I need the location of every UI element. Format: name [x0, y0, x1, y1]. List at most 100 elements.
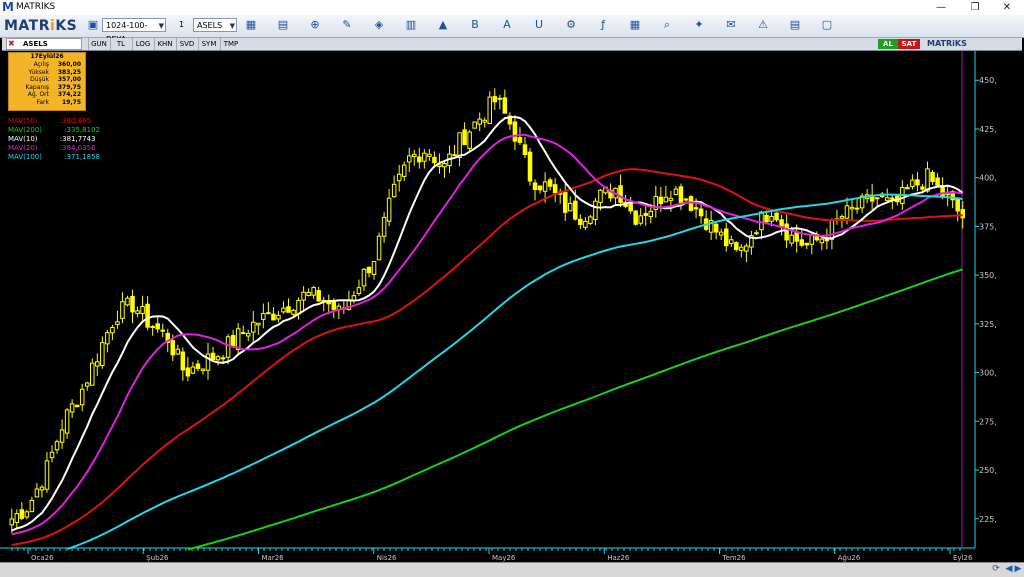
layout-icon[interactable]: ▤	[276, 18, 290, 32]
candle-body	[9, 518, 15, 526]
y-tick-label: 300,	[979, 369, 997, 378]
candle-body	[64, 409, 70, 434]
calc-icon[interactable]: ▤	[788, 18, 802, 32]
candle-body	[844, 205, 850, 219]
period-tab-svd[interactable]: SVD	[176, 38, 197, 50]
candle-body	[371, 261, 377, 275]
candle-body	[180, 351, 186, 371]
candle-body	[849, 206, 855, 210]
candle-body	[140, 306, 145, 314]
candle-body	[638, 215, 643, 224]
info-value: 357,00	[57, 76, 81, 84]
y-tick-label: 450,	[979, 76, 997, 85]
link-icon[interactable]: U	[532, 18, 546, 32]
minimize-button[interactable]: —	[924, 0, 958, 15]
y-tick-label: 375,	[979, 222, 997, 231]
candle-body	[759, 211, 764, 231]
search-icon[interactable]: ⌕	[660, 18, 674, 32]
candle-body	[804, 242, 810, 246]
indicator-icon[interactable]: ◈	[372, 18, 386, 32]
candle-body	[658, 196, 664, 204]
candle-body	[296, 299, 301, 315]
candle-body	[271, 313, 276, 321]
candle-body	[668, 197, 674, 201]
news-icon[interactable]: ▢	[820, 18, 834, 32]
candle-body	[930, 172, 935, 183]
price-chart[interactable]: 450, 425, 400, 375, 350, 325, 300, 275, 250, 225,…	[0, 51, 1024, 562]
mail-icon[interactable]: ✉	[724, 18, 738, 32]
candle-body	[125, 297, 130, 306]
candle-body	[105, 332, 110, 345]
forward-icon[interactable]: ▶	[1012, 564, 1024, 575]
twitter-icon[interactable]: ✦	[692, 18, 706, 32]
draw-icon[interactable]: ✎	[340, 18, 354, 32]
alert-icon[interactable]: ⚠	[756, 18, 770, 32]
candle-body	[266, 312, 271, 315]
y-tick-label: 325,	[979, 320, 997, 329]
maximize-button[interactable]: ❐	[958, 0, 992, 15]
y-tick-label: 425,	[979, 125, 997, 134]
candle-body	[251, 321, 256, 333]
candle-body	[135, 310, 140, 315]
candle-body	[955, 197, 960, 212]
candle-body	[532, 182, 538, 191]
close-button[interactable]: ✕	[990, 0, 1024, 15]
symbol-select[interactable]: ASELS ▼	[193, 18, 237, 32]
legend-item: MAV(100) :371,1858	[8, 153, 101, 161]
candle-body	[130, 295, 135, 313]
candle-body	[890, 197, 895, 200]
refresh-icon[interactable]: ⟳	[990, 564, 1002, 575]
chart-svg[interactable]: 450, 425, 400, 375, 350, 325, 300, 275, 250, 225,…	[0, 51, 1024, 562]
candle-body	[744, 245, 749, 252]
candle-body	[578, 218, 583, 226]
calendar-icon[interactable]: ▥	[404, 18, 418, 32]
settings-icon[interactable]: ⚙	[564, 18, 578, 32]
symbol-tab[interactable]: ✖ ASELS	[6, 38, 82, 50]
period-tab-khn[interactable]: KHN	[154, 38, 175, 50]
info-value: 379,75	[57, 83, 81, 91]
candle-body	[381, 216, 387, 237]
chart-icon[interactable]: ▲	[436, 18, 450, 32]
close-tab-icon[interactable]: ✖	[8, 39, 15, 49]
period-tab-log[interactable]: LOG	[132, 38, 153, 50]
bold-icon[interactable]: B	[468, 18, 482, 32]
period-tab-sym[interactable]: SYM	[198, 38, 219, 50]
candle-body	[588, 216, 593, 224]
brand-small: MATRiKS	[927, 39, 967, 48]
candle-body	[492, 96, 498, 103]
grid-icon[interactable]: ▦	[628, 18, 642, 32]
candle-body	[24, 511, 30, 518]
legend-item: MAV(50) :380,865	[8, 117, 92, 125]
candle-body	[482, 119, 487, 123]
zoom-icon[interactable]: ⊕	[308, 18, 322, 32]
sell-button[interactable]: SAT	[898, 39, 920, 49]
candle-body	[361, 268, 367, 287]
main-toolbar: MATRiKS ▣ 1024-100-BEYA▼ 1 ASELS▼ ▦ ▤ ⊕ ✎ ◈ ▥…	[0, 15, 1024, 44]
y-tick-label: 250,	[979, 466, 997, 475]
save-icon[interactable]: ▦	[244, 18, 258, 32]
legend-item: MAV(200) :335,8102	[8, 126, 101, 134]
fx-icon[interactable]: ƒ	[596, 18, 610, 32]
x-tick-label: Eyl26	[953, 554, 973, 562]
candle-body	[235, 328, 241, 351]
period-tab-tmp[interactable]: TMP	[220, 38, 241, 50]
window-number[interactable]: 1	[176, 18, 192, 32]
app-logo-icon: M	[2, 0, 14, 14]
candle-body	[210, 352, 216, 360]
x-tick-label: Şub26	[146, 554, 169, 562]
period-tab-tl[interactable]: TL	[110, 38, 131, 50]
info-key: Yüksek	[28, 68, 49, 76]
layout-select[interactable]: 1024-100-BEYA▼	[102, 18, 166, 44]
candle-body	[784, 223, 789, 241]
candle-body	[497, 97, 503, 100]
save-icon[interactable]: ▣	[86, 18, 100, 32]
ohlc-info-box: 17Eylül26 Açılış 360,00 Yüksek 383,25 Düşük 3…	[8, 52, 86, 111]
period-tab-gun[interactable]: GUN	[88, 38, 109, 50]
info-row: Kapanış 379,75	[9, 84, 85, 92]
buy-button[interactable]: AL	[878, 39, 898, 49]
candle-body	[683, 198, 689, 201]
candle-body	[256, 322, 261, 326]
candle-body	[49, 451, 55, 459]
text-icon[interactable]: A	[500, 18, 514, 32]
candle-body	[286, 306, 291, 313]
